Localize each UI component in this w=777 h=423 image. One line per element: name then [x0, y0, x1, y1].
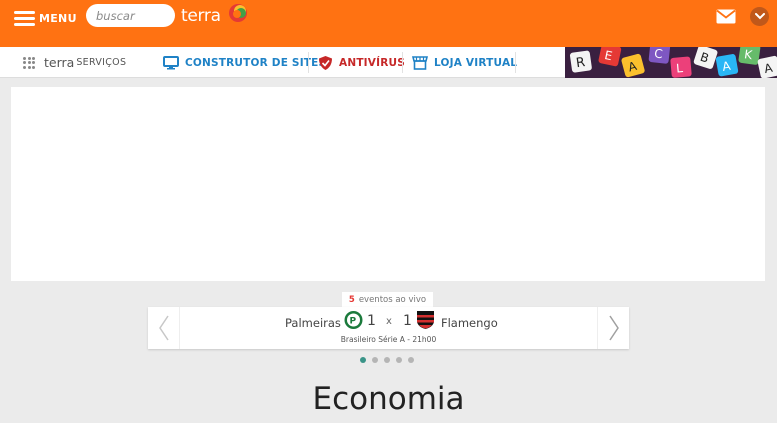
terra-logo-mark-icon — [228, 4, 247, 22]
home-score: 1 — [367, 313, 376, 329]
palmeiras-crest-icon: P — [344, 311, 363, 329]
antivirus-link[interactable]: ANTIVÍRUS — [318, 47, 405, 78]
construtor-de-sites-link[interactable]: CONSTRUTOR DE SITES — [163, 47, 326, 78]
svg-text:P: P — [350, 317, 357, 327]
live-events-label: eventos ao vivo — [358, 294, 427, 305]
home-team-name: Palmeiras — [285, 316, 341, 330]
antivirus-label: ANTIVÍRUS — [339, 56, 405, 69]
carousel-dot[interactable] — [396, 357, 402, 363]
live-events-tab: 5 eventos ao vivo — [342, 292, 433, 307]
carousel-dot[interactable] — [384, 357, 390, 363]
terra-logo[interactable]: terra — [181, 4, 249, 28]
next-event-button[interactable] — [597, 307, 629, 349]
apps-grid-icon — [23, 56, 35, 69]
monitor-icon — [163, 55, 179, 69]
carousel-dot[interactable] — [360, 357, 366, 363]
match-scorecard[interactable]: Palmeiras P 1 x 1 Flamengo Brasileiro Sé… — [148, 307, 629, 349]
search-input[interactable] — [86, 4, 175, 27]
ad-placeholder — [11, 87, 765, 281]
chevron-right-icon — [608, 315, 619, 341]
carousel-pagination — [360, 357, 420, 363]
loja-virtual-label: LOJA VIRTUAL — [434, 56, 518, 69]
loja-virtual-link[interactable]: LOJA VIRTUAL — [412, 47, 517, 78]
construtor-de-sites-label: CONSTRUTOR DE SITES — [185, 56, 327, 69]
away-score: 1 — [403, 313, 412, 329]
section-title: Economia — [312, 381, 465, 417]
top-header: MENU terra — [0, 0, 777, 47]
flamengo-crest-icon — [417, 311, 434, 329]
away-team-name: Flamengo — [441, 316, 498, 330]
logo-text: terra — [181, 6, 221, 26]
mail-icon[interactable] — [716, 9, 736, 24]
carousel-dot[interactable] — [408, 357, 414, 363]
divider — [515, 52, 516, 73]
divider — [402, 52, 403, 73]
promo-banner[interactable]: R E A C L B A K A — [565, 47, 777, 78]
score-separator: x — [386, 316, 392, 327]
svg-text:C: C — [654, 47, 664, 61]
carousel-dot[interactable] — [372, 357, 378, 363]
shield-icon — [319, 55, 332, 70]
servicos-terra-text: terra — [44, 55, 75, 70]
live-events-count: 5 — [348, 294, 355, 305]
match-league-time: Brasileiro Série A - 21h00 — [340, 335, 437, 344]
divider — [308, 52, 309, 73]
menu-button[interactable]: MENU — [14, 9, 77, 27]
terra-servicos-brand[interactable]: terra SERVIÇOS — [23, 47, 126, 78]
hamburger-icon — [14, 10, 35, 26]
store-icon — [412, 55, 428, 70]
servicos-text: SERVIÇOS — [76, 57, 127, 68]
letter-blocks-banner-image: R E A C L B A K A — [565, 47, 777, 78]
chevron-down-icon — [754, 13, 765, 20]
account-dropdown-button[interactable] — [750, 7, 769, 26]
menu-label: MENU — [39, 11, 77, 25]
services-bar: terra SERVIÇOS CONSTRUTOR DE SITES ANTIV… — [0, 47, 777, 78]
